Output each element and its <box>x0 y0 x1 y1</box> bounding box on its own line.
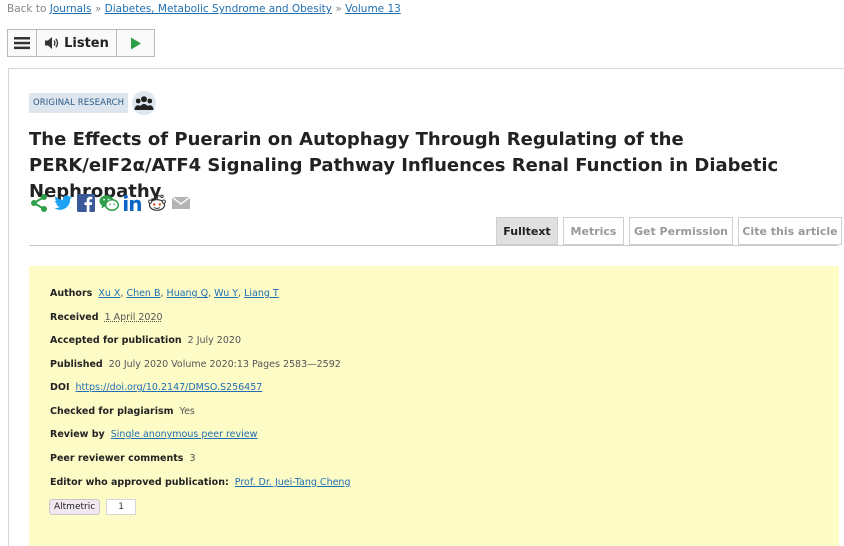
received-date: 1 April 2020 <box>104 312 163 323</box>
accepted-date: 2 July 2020 <box>187 335 241 346</box>
breadcrumb: Back to Journals » Diabetes, Metabolic S… <box>7 3 401 15</box>
meta-received: Received 1 April 2020 <box>50 312 163 323</box>
breadcrumb-link-journal[interactable]: Diabetes, Metabolic Syndrome and Obesity <box>105 3 332 15</box>
tabs-divider <box>29 245 838 246</box>
author-link[interactable]: Wu Y <box>214 288 238 299</box>
doi-label: DOI <box>50 382 70 393</box>
breadcrumb-prefix: Back to <box>7 3 47 15</box>
author-link[interactable]: Xu X <box>98 288 120 299</box>
play-icon <box>130 37 141 49</box>
author-link[interactable]: Liang T <box>244 288 279 299</box>
doi-link[interactable]: https://doi.org/10.2147/DMSO.S256457 <box>76 382 263 393</box>
review-type-link[interactable]: Single anonymous peer review <box>111 429 258 440</box>
authors-label: Authors <box>50 288 93 299</box>
tab-fulltext[interactable]: Fulltext <box>496 217 558 245</box>
open-access-group-icon <box>132 91 157 115</box>
breadcrumb-separator: » <box>335 3 342 15</box>
listen-toolbar: Listen <box>7 29 155 57</box>
received-label: Received <box>50 312 99 323</box>
article-type-badge[interactable]: ORIGINAL RESEARCH <box>29 93 129 113</box>
meta-editor: Editor who approved publication: Prof. D… <box>50 477 351 488</box>
linkedin-icon[interactable] <box>123 194 143 212</box>
play-button[interactable] <box>117 30 154 56</box>
meta-authors: Authors Xu X, Chen B, Huang Q, Wu Y, Lia… <box>50 288 279 299</box>
breadcrumb-separator: » <box>94 3 102 15</box>
breadcrumb-link-volume[interactable]: Volume 13 <box>345 3 401 15</box>
share-icon[interactable] <box>29 193 49 213</box>
published-info: 20 July 2020 Volume 2020:13 Pages 2583—2… <box>108 359 341 370</box>
meta-plagiarism: Checked for plagiarism Yes <box>50 406 195 417</box>
speaker-icon <box>45 37 59 49</box>
tab-cite-this-article[interactable]: Cite this article <box>738 217 842 245</box>
menu-button[interactable] <box>8 30 37 56</box>
email-icon[interactable] <box>171 195 191 211</box>
article-panel: ORIGINAL RESEARCH The Effects of Puerari… <box>8 68 844 546</box>
hamburger-icon <box>14 37 30 50</box>
listen-label: Listen <box>64 35 109 51</box>
share-bar <box>29 193 191 213</box>
meta-reviewer-comments: Peer reviewer comments 3 <box>50 453 196 464</box>
wechat-icon[interactable] <box>99 194 119 212</box>
meta-review: Review by Single anonymous peer review <box>50 429 257 440</box>
meta-accepted: Accepted for publication 2 July 2020 <box>50 335 241 346</box>
article-meta-box: Authors Xu X, Chen B, Huang Q, Wu Y, Lia… <box>29 266 839 546</box>
reviewer-comments-label: Peer reviewer comments <box>50 453 184 464</box>
tab-get-permission[interactable]: Get Permission <box>629 217 733 245</box>
breadcrumb-link-journals[interactable]: Journals <box>50 3 92 15</box>
editor-label: Editor who approved publication: <box>50 477 229 488</box>
article-type-row: ORIGINAL RESEARCH <box>29 91 157 115</box>
listen-button[interactable]: Listen <box>37 30 117 56</box>
author-link[interactable]: Huang Q <box>167 288 209 299</box>
meta-published: Published 20 July 2020 Volume 2020:13 Pa… <box>50 359 341 370</box>
editor-link[interactable]: Prof. Dr. Juei-Tang Cheng <box>235 477 351 488</box>
author-link[interactable]: Chen B <box>126 288 160 299</box>
article-tabs: Fulltext Metrics Get Permission Cite thi… <box>496 217 842 245</box>
twitter-icon[interactable] <box>53 194 73 212</box>
altmetric-widget[interactable]: Altmetric 1 <box>49 499 137 515</box>
accepted-label: Accepted for publication <box>50 335 182 346</box>
plagiarism-value: Yes <box>179 406 195 417</box>
tab-metrics[interactable]: Metrics <box>563 217 624 245</box>
reviewer-comments-count: 3 <box>189 453 196 464</box>
plagiarism-label: Checked for plagiarism <box>50 406 174 417</box>
altmetric-badge[interactable]: Altmetric <box>49 499 101 515</box>
altmetric-count: 1 <box>106 499 137 515</box>
meta-doi: DOI https://doi.org/10.2147/DMSO.S256457 <box>50 382 262 393</box>
published-label: Published <box>50 359 103 370</box>
reddit-icon[interactable] <box>147 194 167 212</box>
facebook-icon[interactable] <box>77 194 95 212</box>
review-label: Review by <box>50 429 105 440</box>
